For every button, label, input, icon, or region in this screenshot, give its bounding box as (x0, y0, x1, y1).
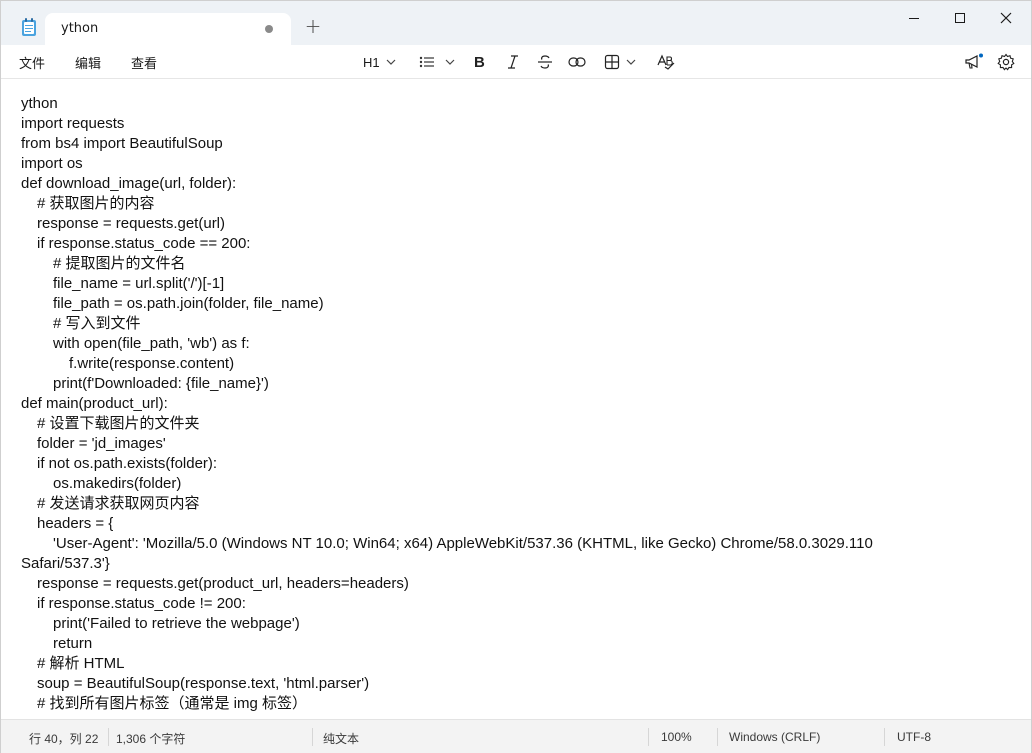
minimize-button[interactable] (891, 1, 937, 37)
editor-line: ython (21, 95, 58, 112)
status-bar: 行 40，列 22 1,306 个字符 纯文本 100% Windows (CR… (1, 719, 1031, 753)
text-format[interactable]: 纯文本 (323, 730, 359, 747)
editor-line: # 发送请求获取网页内容 (37, 495, 200, 512)
cursor-position: 行 40，列 22 (29, 732, 99, 746)
list-dropdown[interactable] (419, 51, 455, 73)
gear-icon (997, 53, 1015, 71)
heading-label: H1 (363, 54, 380, 70)
editor-line: import requests (21, 115, 125, 132)
editor-line: if response.status_code != 200: (37, 595, 246, 612)
editor-line: file_name = url.split('/')[-1] (53, 275, 225, 292)
editor-line: soup = BeautifulSoup(response.text, 'htm… (37, 675, 370, 692)
editor-line: import os (21, 155, 83, 172)
editor-line: response = requests.get(url) (37, 215, 226, 232)
link-icon (568, 57, 586, 67)
table-dropdown[interactable] (604, 51, 636, 73)
status-divider (648, 728, 649, 746)
chevron-down-icon (445, 59, 455, 65)
table-icon (604, 54, 620, 70)
title-bar: ython + (1, 1, 1031, 45)
editor-line: Safari/537.3'} (21, 555, 110, 572)
editor-line: # 解析 HTML (37, 655, 125, 672)
editor-line: print(f'Downloaded: {file_name}') (53, 375, 269, 392)
editor-line: # 写入到文件 (53, 315, 141, 332)
menu-file[interactable]: 文件 (19, 53, 45, 72)
editor-line: if not os.path.exists(folder): (37, 455, 218, 472)
whats-new-button[interactable] (964, 51, 984, 73)
status-divider (717, 728, 718, 746)
status-divider (312, 728, 313, 746)
character-count: 1,306 个字符 (116, 732, 186, 746)
editor-line: response = requests.get(product_url, hea… (37, 575, 409, 592)
notepad-window: ython + 文件 编辑 查看 H1 B ython import reque… (0, 0, 1032, 753)
editor-line: headers = { (37, 515, 114, 532)
minimize-icon (909, 18, 919, 19)
megaphone-icon (965, 53, 983, 69)
spellcheck-button[interactable] (657, 51, 675, 73)
menu-toolbar: 文件 编辑 查看 H1 B (1, 45, 1031, 79)
maximize-icon (955, 13, 965, 23)
heading-dropdown[interactable]: H1 (363, 51, 396, 73)
strikethrough-icon (538, 55, 552, 69)
tab-title: ython (61, 21, 99, 36)
svg-text:B: B (474, 54, 485, 70)
close-button[interactable] (983, 1, 1029, 37)
editor-line: with open(file_path, 'wb') as f: (53, 335, 250, 352)
status-divider (108, 728, 109, 746)
notepad-app-icon (21, 17, 37, 37)
bulleted-list-icon (419, 56, 434, 68)
chevron-down-icon (626, 59, 636, 65)
spellcheck-icon (657, 54, 675, 70)
maximize-button[interactable] (937, 1, 983, 37)
editor-line: folder = 'jd_images' (37, 435, 166, 452)
unsaved-dot-icon[interactable] (265, 25, 273, 33)
line-ending[interactable]: Windows (CRLF) (729, 730, 820, 744)
text-editor[interactable]: ython import requests from bs4 import Be… (1, 79, 1031, 719)
editor-line: from bs4 import BeautifulSoup (21, 135, 223, 152)
editor-line: def download_image(url, folder): (21, 175, 237, 192)
italic-icon (508, 55, 518, 69)
settings-button[interactable] (997, 51, 1015, 73)
editor-line: # 设置下载图片的文件夹 (37, 415, 200, 432)
editor-line: f.write(response.content) (69, 355, 235, 372)
zoom-level[interactable]: 100% (661, 730, 692, 744)
encoding[interactable]: UTF-8 (897, 730, 931, 744)
plus-icon[interactable]: + (301, 15, 325, 39)
link-button[interactable] (568, 51, 586, 73)
editor-line: if response.status_code == 200: (37, 235, 251, 252)
close-icon (1000, 12, 1012, 24)
editor-line: return (53, 635, 93, 652)
bold-icon: B (474, 54, 485, 70)
editor-line: # 找到所有图片标签（通常是 img 标签） (37, 695, 308, 712)
document-tab[interactable]: ython (45, 13, 291, 45)
editor-line: def main(product_url): (21, 395, 168, 412)
bold-button[interactable]: B (473, 51, 487, 73)
status-divider (884, 728, 885, 746)
editor-line: os.makedirs(folder) (53, 475, 182, 492)
editor-line: file_path = os.path.join(folder, file_na… (53, 295, 324, 312)
strikethrough-button[interactable] (537, 51, 553, 73)
chevron-down-icon (386, 59, 396, 65)
menu-edit[interactable]: 编辑 (75, 53, 101, 72)
italic-button[interactable] (506, 51, 520, 73)
editor-line: print('Failed to retrieve the webpage') (53, 615, 300, 632)
editor-line: # 获取图片的内容 (37, 195, 155, 212)
menu-view[interactable]: 查看 (131, 53, 157, 72)
editor-line: 'User-Agent': 'Mozilla/5.0 (Windows NT 1… (53, 535, 873, 552)
editor-lines: ython import requests from bs4 import Be… (21, 94, 1011, 714)
editor-line: # 提取图片的文件名 (53, 255, 186, 272)
